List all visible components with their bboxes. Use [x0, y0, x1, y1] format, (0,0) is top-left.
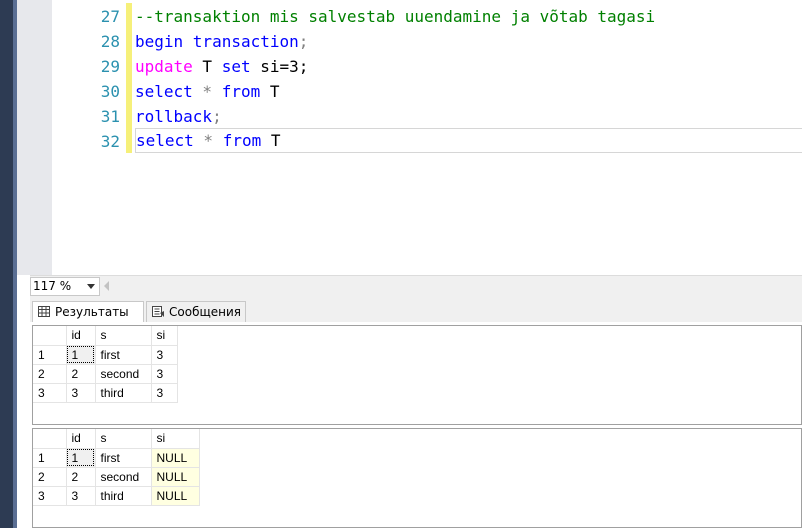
row-number[interactable]: 2 — [33, 364, 67, 384]
code-keyword: begin transaction — [135, 32, 299, 51]
code-operator: * — [192, 82, 222, 101]
table-cell[interactable]: third — [95, 383, 152, 403]
code-area[interactable]: --transaktion mis salvestab uuendamine j… — [135, 0, 802, 275]
result-table-2: id s si 1 1 first NULL 2 2 second NULL 3… — [33, 429, 200, 506]
change-tracking-bar — [126, 3, 132, 153]
table-cell[interactable]: 3 — [66, 486, 96, 506]
column-header-id[interactable]: id — [66, 326, 96, 346]
column-header-id[interactable]: id — [66, 429, 96, 449]
code-line-30[interactable]: select * from T — [135, 79, 802, 104]
table-cell[interactable]: 2 — [66, 467, 96, 487]
editor-outer-gutter — [17, 0, 25, 275]
zoom-value: 117 % — [33, 279, 72, 293]
row-number[interactable]: 1 — [33, 448, 67, 468]
line-number: 30 — [100, 82, 120, 101]
table-cell-null[interactable]: NULL — [151, 448, 200, 468]
code-line-27[interactable]: --transaktion mis salvestab uuendamine j… — [135, 4, 802, 29]
table-row[interactable]: 3 3 third NULL — [33, 486, 200, 506]
table-cell[interactable]: 3 — [151, 383, 178, 403]
code-identifier: T — [260, 82, 280, 101]
row-number[interactable]: 3 — [33, 383, 67, 403]
code-line-29[interactable]: update T set si=3; — [135, 54, 802, 79]
line-number: 28 — [100, 32, 120, 51]
code-line-31[interactable]: rollback; — [135, 104, 802, 129]
code-operator: * — [193, 131, 223, 150]
code-keyword: update — [135, 57, 193, 76]
code-punct: ; — [298, 32, 309, 51]
table-row[interactable]: 2 2 second 3 — [33, 364, 178, 384]
row-number[interactable]: 1 — [33, 345, 67, 365]
line-number: 27 — [100, 7, 120, 26]
code-keyword: rollback — [135, 107, 213, 126]
table-cell[interactable]: second — [95, 364, 152, 384]
results-panel: Результаты Сообщения id s si 1 1 first 3… — [30, 298, 802, 528]
column-header-s[interactable]: s — [95, 326, 152, 346]
table-cell-selected[interactable]: 1 — [66, 345, 96, 365]
editor-selection-margin[interactable] — [25, 0, 52, 275]
table-cell[interactable]: third — [95, 486, 152, 506]
code-punct: ; — [212, 107, 222, 126]
code-keyword: set — [221, 57, 251, 76]
window-left-edge — [0, 0, 17, 528]
tab-messages-label: Сообщения — [169, 305, 242, 319]
results-tabs: Результаты Сообщения — [30, 298, 802, 323]
table-row[interactable]: 1 1 first NULL — [33, 448, 200, 468]
line-number: 32 — [100, 132, 120, 151]
code-identifier: T — [261, 131, 281, 150]
table-header-row: id s si — [33, 326, 178, 346]
table-cell[interactable]: 3 — [66, 383, 96, 403]
code-keyword: from — [221, 82, 261, 101]
row-number-header[interactable] — [33, 326, 67, 346]
table-cell[interactable]: first — [95, 345, 152, 365]
code-comment: --transaktion mis salvestab uuendamine j… — [135, 7, 656, 26]
table-row[interactable]: 1 1 first 3 — [33, 345, 178, 365]
line-number: 31 — [100, 107, 120, 126]
code-line-32-current[interactable]: select * from T — [135, 128, 802, 153]
line-number: 29 — [100, 57, 120, 76]
table-cell[interactable]: 2 — [66, 364, 96, 384]
editor-status-bar: 117 % — [30, 275, 802, 298]
code-keyword: select — [136, 131, 194, 150]
table-cell[interactable]: first — [95, 448, 152, 468]
line-numbers: 27 28 29 30 31 32 — [52, 0, 124, 275]
message-icon — [152, 306, 164, 317]
chevron-down-icon — [87, 284, 95, 289]
table-cell[interactable]: second — [95, 467, 152, 487]
result-table-1: id s si 1 1 first 3 2 2 second 3 3 3 thi… — [33, 326, 178, 403]
column-header-si[interactable]: si — [151, 326, 178, 346]
table-cell[interactable]: 3 — [151, 364, 178, 384]
table-cell-null[interactable]: NULL — [151, 486, 200, 506]
table-cell[interactable]: 3 — [151, 345, 178, 365]
code-keyword: from — [222, 131, 262, 150]
query-editor[interactable]: 27 28 29 30 31 32 --transaktion mis salv… — [17, 0, 802, 275]
row-number[interactable]: 2 — [33, 467, 67, 487]
tab-messages[interactable]: Сообщения — [146, 301, 246, 322]
code-identifier: T — [192, 57, 222, 76]
row-number[interactable]: 3 — [33, 486, 67, 506]
tab-results-label: Результаты — [55, 305, 129, 319]
code-line-28[interactable]: begin transaction; — [135, 29, 802, 54]
scroll-left-arrow[interactable] — [104, 281, 109, 291]
column-header-s[interactable]: s — [95, 429, 152, 449]
zoom-dropdown[interactable]: 117 % — [30, 277, 100, 296]
table-header-row: id s si — [33, 429, 200, 449]
code-keyword: select — [135, 82, 193, 101]
table-row[interactable]: 3 3 third 3 — [33, 383, 178, 403]
table-cell-null[interactable]: NULL — [151, 467, 200, 487]
row-number-header[interactable] — [33, 429, 67, 449]
grid-icon — [38, 306, 50, 317]
table-cell-selected[interactable]: 1 — [66, 448, 96, 468]
table-row[interactable]: 2 2 second NULL — [33, 467, 200, 487]
code-identifier: si=3; — [250, 57, 309, 76]
column-header-si[interactable]: si — [151, 429, 200, 449]
result-grid-1[interactable]: id s si 1 1 first 3 2 2 second 3 3 3 thi… — [32, 325, 802, 425]
tab-results[interactable]: Результаты — [32, 301, 144, 322]
result-grid-2[interactable]: id s si 1 1 first NULL 2 2 second NULL 3… — [32, 428, 802, 528]
